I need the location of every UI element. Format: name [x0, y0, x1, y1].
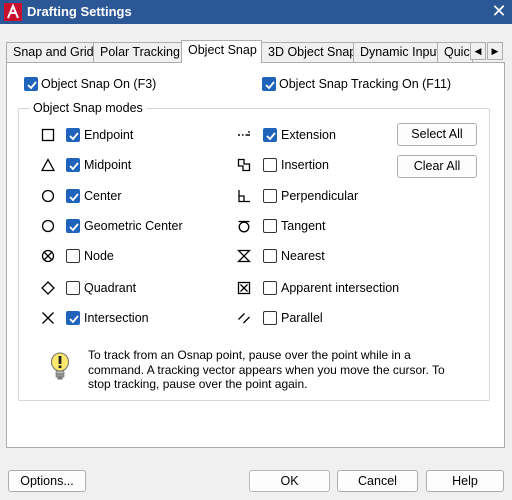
geometric-center-checkbox[interactable] — [66, 219, 80, 233]
parallel-label[interactable]: Parallel — [281, 311, 323, 325]
checkmark-icon — [69, 315, 79, 324]
tab-scroll-right-icon[interactable]: ▶ — [487, 42, 503, 60]
close-button[interactable]: ✕ — [486, 0, 512, 24]
drafting-settings-dialog: Drafting Settings ✕ Snap and Grid Polar … — [0, 0, 512, 500]
tab-scroll-arrows: ◀ ▶ — [470, 42, 504, 60]
apparent-intersection-checkbox[interactable] — [263, 281, 277, 295]
nearest-label[interactable]: Nearest — [281, 249, 325, 263]
object-snap-modes-title: Object Snap modes — [30, 101, 146, 115]
insertion-checkbox[interactable] — [263, 158, 277, 172]
parallel-checkbox[interactable] — [263, 311, 277, 325]
tab-object-snap[interactable]: Object Snap — [181, 40, 262, 63]
tab-quick-properties[interactable]: Quic — [437, 42, 473, 62]
tangent-checkbox[interactable] — [263, 219, 277, 233]
center-checkbox[interactable] — [66, 189, 80, 203]
endpoint-checkbox[interactable] — [66, 128, 80, 142]
endpoint-square-icon — [41, 128, 55, 142]
node-checkbox[interactable] — [66, 249, 80, 263]
help-button[interactable]: Help — [426, 470, 504, 492]
checkmark-icon — [69, 132, 79, 141]
intersection-label[interactable]: Intersection — [84, 311, 149, 325]
tab-scroll-left-icon[interactable]: ◀ — [470, 42, 486, 60]
autocad-app-icon — [4, 3, 22, 21]
center-label[interactable]: Center — [84, 189, 122, 203]
cancel-button[interactable]: Cancel — [337, 470, 418, 492]
object-snap-on-label[interactable]: Object Snap On (F3) — [41, 77, 156, 91]
quadrant-label[interactable]: Quadrant — [84, 281, 136, 295]
insertion-icon — [237, 158, 251, 172]
extension-icon — [238, 131, 250, 136]
clear-all-button[interactable]: Clear All — [397, 155, 477, 178]
extension-label[interactable]: Extension — [281, 128, 336, 142]
midpoint-triangle-icon — [41, 158, 55, 172]
apparent-intersection-label[interactable]: Apparent intersection — [281, 281, 399, 295]
geometric-center-label[interactable]: Geometric Center — [84, 219, 183, 233]
window-title: Drafting Settings — [27, 4, 132, 19]
select-all-button[interactable]: Select All — [397, 123, 477, 146]
parallel-icon — [238, 313, 250, 324]
checkmark-icon — [266, 132, 276, 141]
nearest-hourglass-icon — [237, 249, 251, 263]
perpendicular-icon — [238, 190, 250, 203]
tab-snap-and-grid[interactable]: Snap and Grid — [6, 42, 94, 62]
perpendicular-checkbox[interactable] — [263, 189, 277, 203]
title-bar[interactable]: Drafting Settings ✕ — [0, 0, 512, 24]
object-snap-tracking-on-checkbox[interactable] — [262, 77, 276, 91]
object-snap-on-checkbox[interactable] — [24, 77, 38, 91]
ok-button[interactable]: OK — [249, 470, 330, 492]
options-button[interactable]: Options... — [8, 470, 86, 492]
intersection-checkbox[interactable] — [66, 311, 80, 325]
node-label[interactable]: Node — [84, 249, 114, 263]
perpendicular-label[interactable]: Perpendicular — [281, 189, 358, 203]
tab-polar-tracking[interactable]: Polar Tracking — [93, 42, 183, 62]
checkmark-icon — [69, 193, 79, 202]
midpoint-checkbox[interactable] — [66, 158, 80, 172]
checkmark-icon — [265, 81, 275, 90]
checkmark-icon — [69, 223, 79, 232]
node-icon — [41, 249, 55, 263]
tab-3d-object-snap[interactable]: 3D Object Snap — [261, 42, 356, 62]
quadrant-checkbox[interactable] — [66, 281, 80, 295]
apparent-intersection-icon — [237, 281, 251, 295]
tangent-label[interactable]: Tangent — [281, 219, 325, 233]
endpoint-label[interactable]: Endpoint — [84, 128, 133, 142]
center-circle-icon — [41, 189, 55, 203]
lightbulb-info-icon — [51, 352, 69, 380]
nearest-checkbox[interactable] — [263, 249, 277, 263]
extension-checkbox[interactable] — [263, 128, 277, 142]
intersection-x-icon — [42, 312, 54, 324]
insertion-label[interactable]: Insertion — [281, 158, 329, 172]
tab-dynamic-input[interactable]: Dynamic Input — [353, 42, 440, 62]
object-snap-tracking-on-label[interactable]: Object Snap Tracking On (F11) — [279, 77, 451, 91]
tracking-info-text: To track from an Osnap point, pause over… — [88, 348, 445, 391]
quadrant-diamond-icon — [41, 281, 55, 295]
midpoint-label[interactable]: Midpoint — [84, 158, 131, 172]
geometric-center-icon — [41, 219, 55, 233]
checkmark-icon — [69, 162, 79, 171]
checkmark-icon — [27, 81, 37, 90]
tangent-icon — [238, 220, 250, 233]
